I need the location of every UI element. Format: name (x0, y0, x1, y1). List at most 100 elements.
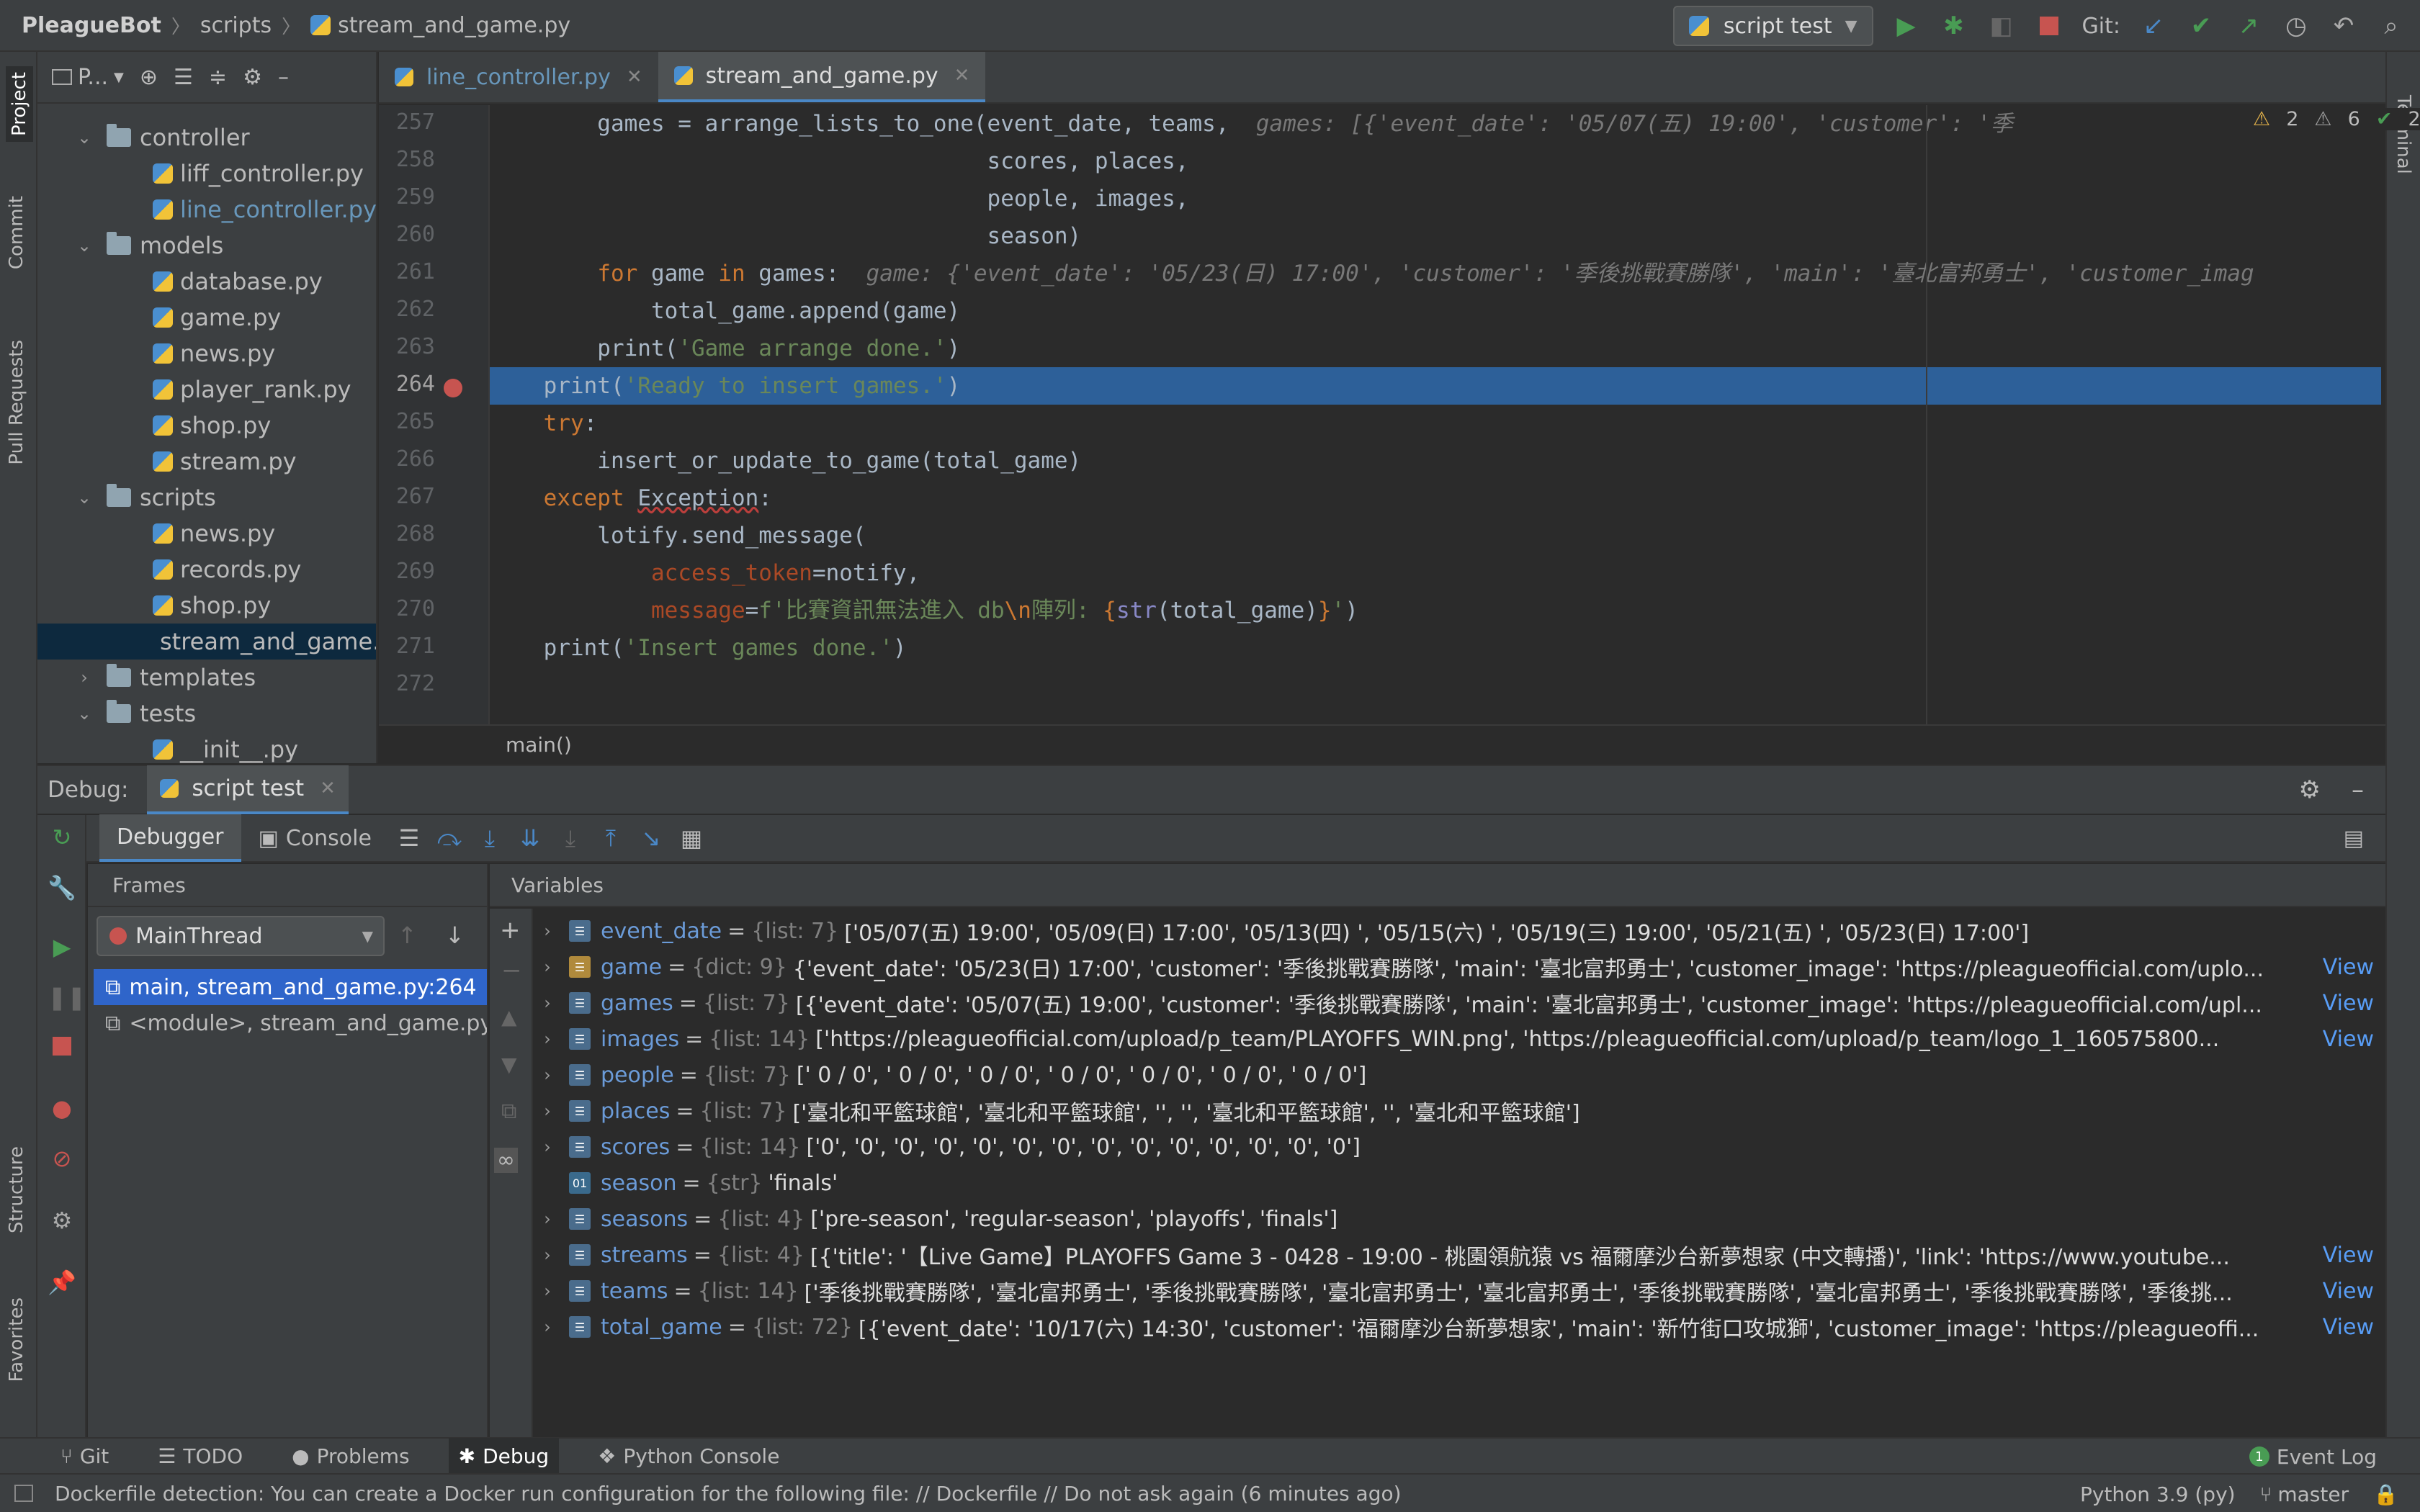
chevron-right-icon[interactable]: › (533, 1101, 562, 1121)
tool-todo[interactable]: ☰ TODO (148, 1438, 253, 1474)
code-line[interactable] (490, 667, 2381, 704)
gear-icon[interactable]: ⚙ (2299, 775, 2321, 804)
chevron-right-icon[interactable]: › (533, 1209, 562, 1229)
mute-breakpoints-icon[interactable]: ⊘ (48, 1145, 76, 1174)
tool-window-commit[interactable]: Commit (6, 196, 27, 269)
variable-row[interactable]: › ☰ images = {list: 14} ['https://pleagueoffi… (533, 1021, 2385, 1057)
tree-file[interactable]: line_controller.py (37, 192, 376, 228)
coverage-icon[interactable]: ◧ (1987, 12, 2016, 40)
tab-debugger[interactable]: Debugger (99, 814, 241, 862)
variable-view-link[interactable]: View (2323, 1243, 2374, 1268)
history-icon[interactable]: ◷ (2282, 12, 2311, 40)
code-editor[interactable]: games = arrange_lists_to_one(event_date,… (490, 105, 2381, 724)
layout-icon[interactable]: ▤ (2344, 826, 2364, 851)
code-line[interactable]: print('Insert games done.') (490, 629, 2381, 667)
move-down-icon[interactable]: ▼ (501, 1053, 517, 1076)
git-push-icon[interactable]: ↗ (2234, 12, 2263, 40)
close-icon[interactable]: ✕ (954, 65, 970, 86)
step-into-my-code-icon[interactable]: ⇊ (510, 824, 550, 852)
tree-file[interactable]: stream_and_game.py (37, 624, 376, 660)
lock-icon[interactable]: 🔒 (2373, 1482, 2398, 1506)
tab-console[interactable]: ▣ Console (241, 814, 389, 862)
git-commit-icon[interactable]: ✔ (2187, 12, 2215, 40)
tree-file[interactable]: player_rank.py (37, 372, 376, 408)
tool-python-console[interactable]: ❖ Python Console (588, 1438, 789, 1474)
resume-icon[interactable]: ▶ (48, 933, 76, 962)
chevron-right-icon[interactable]: › (533, 1245, 562, 1265)
chevron-right-icon[interactable]: › (533, 1281, 562, 1301)
step-out-icon[interactable]: ⤒ (591, 824, 631, 852)
duplicate-icon[interactable]: ⧉ (501, 1099, 516, 1124)
evaluate-expression-icon[interactable]: ▦ (671, 824, 712, 852)
breakpoint-icon[interactable] (444, 379, 462, 397)
variable-view-link[interactable]: View (2323, 955, 2374, 980)
chevron-right-icon[interactable]: › (533, 1137, 562, 1157)
code-line[interactable]: access_token=notify, (490, 554, 2381, 592)
chevron-right-icon[interactable]: › (75, 667, 94, 688)
variable-view-link[interactable]: View (2323, 991, 2374, 1016)
variable-row[interactable]: › ☰ streams = {list: 4} [{'title': '【Live Gam… (533, 1237, 2385, 1273)
branch-widget[interactable]: ⑂ master (2260, 1482, 2349, 1506)
chevron-right-icon[interactable]: › (533, 957, 562, 977)
chevron-down-icon[interactable]: ⌄ (75, 127, 94, 148)
chevron-down-icon[interactable]: ⌄ (75, 235, 94, 256)
code-line[interactable]: scores, places, (490, 143, 2381, 180)
tree-file[interactable]: shop.py (37, 408, 376, 444)
breadcrumb-file[interactable]: stream_and_game.py (338, 13, 570, 38)
tree-folder[interactable]: ⌄ scripts (37, 480, 376, 516)
wrench-icon[interactable]: 🔧 (48, 874, 76, 903)
interpreter-widget[interactable]: Python 3.9 (py) (2080, 1482, 2236, 1506)
tree-file[interactable]: __init__.py (37, 732, 376, 763)
rollback-icon[interactable]: ↶ (2329, 12, 2358, 40)
show-watches-icon[interactable]: ∞ (494, 1148, 518, 1173)
chevron-down-icon[interactable]: ⌄ (75, 703, 94, 724)
chevron-right-icon[interactable]: › (533, 1029, 562, 1049)
thread-select[interactable]: MainThread ▼ (97, 916, 385, 956)
tool-window-favorites[interactable]: Favorites (6, 1297, 27, 1382)
step-over-icon[interactable]: ⤼ (429, 824, 470, 852)
code-line[interactable]: lotify.send_message( (490, 517, 2381, 554)
variable-row[interactable]: › ☰ scores = {list: 14} ['0', '0', '0', '0', … (533, 1129, 2385, 1165)
tree-file[interactable]: liff_controller.py (37, 156, 376, 192)
variable-view-link[interactable]: View (2323, 1027, 2374, 1052)
tool-event-log[interactable]: 1 Event Log (2249, 1439, 2377, 1475)
search-icon[interactable]: ⌕ (2377, 12, 2406, 40)
code-line[interactable]: except Exception: (490, 480, 2381, 517)
run-to-cursor-icon[interactable]: ↘ (631, 824, 671, 852)
force-step-into-icon[interactable]: ⤓ (550, 824, 591, 852)
breadcrumb-folder[interactable]: scripts (200, 13, 272, 38)
execution-point-line[interactable]: print('Ready to insert games.') (490, 367, 2381, 405)
move-up-icon[interactable]: ▲ (501, 1005, 517, 1029)
stack-frame[interactable]: ⧉ <module>, stream_and_game.py:3 (94, 1005, 487, 1041)
gear-icon[interactable]: ⚙ (243, 65, 262, 90)
chevron-down-icon[interactable]: ⌄ (75, 487, 94, 508)
menu-icon[interactable]: ☰ (389, 824, 429, 852)
tool-window-structure[interactable]: Structure (6, 1146, 27, 1233)
remove-watch-icon[interactable]: − (501, 956, 522, 985)
step-into-icon[interactable]: ⤓ (470, 824, 510, 852)
pause-icon[interactable]: ❚❚ (48, 984, 86, 1012)
editor-breadcrumb[interactable]: main() (379, 724, 2385, 765)
variable-row[interactable]: › ☰ people = {list: 7} [' 0 / 0', ' 0 / 0', '… (533, 1057, 2385, 1093)
code-line[interactable]: total_game.append(game) (490, 292, 2381, 330)
variable-row[interactable]: › ☰ teams = {list: 14} ['季後挑戰賽勝隊', '臺北富邦勇士', … (533, 1273, 2385, 1309)
tree-file[interactable]: news.py (37, 336, 376, 372)
code-line[interactable]: print('Game arrange done.') (490, 330, 2381, 367)
tab-line-controller[interactable]: line_controller.py ✕ (379, 52, 658, 102)
stop-icon[interactable] (2035, 12, 2063, 40)
code-line[interactable]: for game in games: game: {'event_date': … (490, 255, 2381, 292)
tree-folder[interactable]: ⌄ tests (37, 696, 376, 732)
pin-icon[interactable]: 📌 (48, 1269, 76, 1297)
tree-folder[interactable]: ⌄ controller (37, 120, 376, 156)
function-breadcrumb[interactable]: main() (506, 733, 572, 757)
tree-file[interactable]: database.py (37, 264, 376, 300)
close-icon[interactable]: ✕ (627, 66, 642, 88)
expand-all-icon[interactable]: ☰ (174, 65, 193, 90)
inspection-widget[interactable]: ⚠2 ⚠6 ✔2 ⌃ ⌄ (2247, 108, 2420, 130)
chevron-right-icon[interactable]: › (533, 1065, 562, 1085)
tree-file[interactable]: records.py (37, 552, 376, 588)
code-line[interactable]: games = arrange_lists_to_one(event_date,… (490, 105, 2381, 143)
project-view-select[interactable]: P... ▼ (52, 65, 124, 90)
variable-row[interactable]: › ☰ total_game = {list: 72} [{'event_date': '… (533, 1309, 2385, 1345)
stop-icon[interactable] (48, 1034, 76, 1063)
